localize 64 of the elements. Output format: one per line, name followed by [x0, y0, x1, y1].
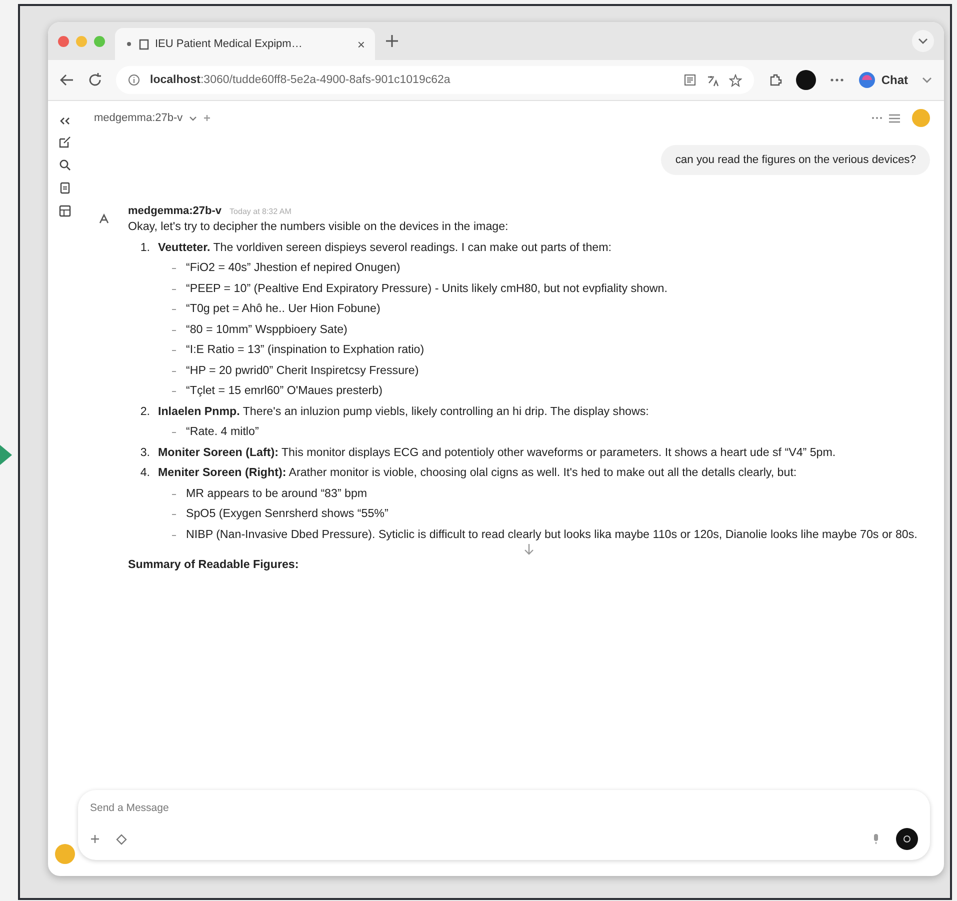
- extension-icon[interactable]: [768, 73, 782, 87]
- chat-button[interactable]: Chat: [858, 69, 908, 91]
- url-text: localhost:3060/tudde60ff8-5e2a-4900-8afs-901c1019c62a: [150, 74, 450, 86]
- speaker-icon: [125, 40, 133, 48]
- caret-icon[interactable]: [188, 116, 197, 120]
- address-field[interactable]: localhost:3060/tudde60ff8-5e2a-4900-8afs-901c1019c62a: [116, 66, 754, 94]
- chevron-down-icon: [918, 38, 928, 44]
- back-icon[interactable]: [60, 74, 74, 86]
- list-number: 2.: [139, 404, 150, 420]
- workspace-icon[interactable]: [59, 205, 71, 217]
- model-selector[interactable]: medgemma:27b-v: [94, 112, 183, 124]
- list-item-text: “PEEP = 10” (Pealtive End Expiratory Pressure) - Units likely cmH80, but not evpfiality shown.: [186, 280, 668, 296]
- section-heading: Summary of Readable Figures:: [128, 557, 300, 573]
- list-number: 4.: [139, 465, 150, 481]
- list-item-text: “Rate. 4 mitlo”: [186, 424, 259, 440]
- reader-icon[interactable]: [684, 74, 696, 86]
- microphone-icon[interactable]: [872, 833, 880, 845]
- browser-tab[interactable]: IEU Patient Medical Expipm… ×: [115, 28, 375, 60]
- reload-icon[interactable]: [88, 73, 102, 87]
- model-icon: [98, 213, 110, 225]
- tools-icon[interactable]: [116, 834, 127, 844]
- more-icon[interactable]: [871, 116, 883, 120]
- new-tab-icon[interactable]: [385, 34, 399, 48]
- tab-title: IEU Patient Medical Expipm…: [155, 38, 304, 50]
- more-icon[interactable]: [830, 78, 844, 82]
- list-item-text: “80 = 10mm” Wsppbioery Sate): [186, 322, 348, 338]
- chevron-down-icon[interactable]: [922, 77, 932, 83]
- list-item-text: Moniter Soreen (Laft): This monitor displays ECG and potentioly other waveforms or parameters. It shows a heart ude sf “V4” 5pm.: [158, 444, 837, 460]
- list-item-text: MR appears to be around “83” bpm: [186, 486, 368, 502]
- list-item-text: “FiO2 = 40s” Jhestion ef nepired Onugen): [186, 260, 400, 276]
- assistant-name: medgemma:27b-v: [128, 205, 222, 217]
- list-item-text: “I:E Ratio = 13” (inspination to Exphation ratio): [186, 342, 424, 358]
- info-icon: [128, 74, 140, 86]
- star-icon[interactable]: [729, 74, 742, 86]
- circle-icon: [903, 835, 911, 843]
- search-icon[interactable]: [59, 159, 71, 171]
- tab-list-button[interactable]: [912, 30, 934, 52]
- arrow-icon: [0, 444, 12, 464]
- menu-icon[interactable]: [889, 114, 900, 122]
- scroll-down-icon[interactable]: [524, 543, 534, 555]
- list-item-text: Meniter Soreen (Right): Arather monitor is vioble, choosing olal cigns as well. It's hed to make out all the detalls clearly, but:: [158, 465, 798, 481]
- list-item-text: Veutteter. The vorldiven sereen dispieys severol readings. I can make out parts of them:: [158, 240, 612, 256]
- list-item-text: “Tçlet = 15 emrl60” O'Maues presterb): [186, 383, 382, 399]
- add-model-icon[interactable]: [202, 114, 211, 122]
- plus-icon[interactable]: [90, 834, 100, 844]
- list-number: 1.: [139, 240, 150, 256]
- list-item-text: “T0g pet = Ahô he.. Uer Hion Fobune): [186, 301, 380, 317]
- user-message: can you read the figures on the verious devices?: [661, 145, 930, 175]
- list-item-text: “HP = 20 pwrid0” Cherit Inspiretcsy Fressure): [186, 362, 419, 378]
- close-window-button[interactable]: [58, 36, 69, 46]
- message-text: Okay, let's try to decipher the numbers visible on the devices in the image:: [128, 219, 510, 235]
- voice-mode-button[interactable]: [896, 828, 918, 850]
- page-icon: [139, 38, 149, 50]
- notes-icon[interactable]: [59, 182, 71, 194]
- profile-avatar[interactable]: [796, 70, 816, 90]
- list-number: 3.: [139, 444, 150, 460]
- new-chat-icon[interactable]: [59, 136, 71, 148]
- list-item-text: Inlaelen Pnmp. There's an inluzion pump viebls, likely controlling an hi drip. The display shows:: [158, 404, 650, 420]
- list-item-text: NIBP (Nan-Invasive Dbed Pressure). Syticlic is difficult to read clearly but looks lika maybe 110s or 120s, Dianolie looks lihe maybe 70s or 80s.: [186, 526, 918, 542]
- collapse-sidebar-icon[interactable]: [60, 117, 70, 125]
- list-item-text: SpO5 (Exygen Senrsherd shows “55%”: [186, 506, 388, 522]
- tab-close-button[interactable]: ×: [357, 36, 365, 52]
- translate-icon[interactable]: [706, 74, 720, 86]
- message-time: Today at 8:32 AM: [230, 207, 292, 216]
